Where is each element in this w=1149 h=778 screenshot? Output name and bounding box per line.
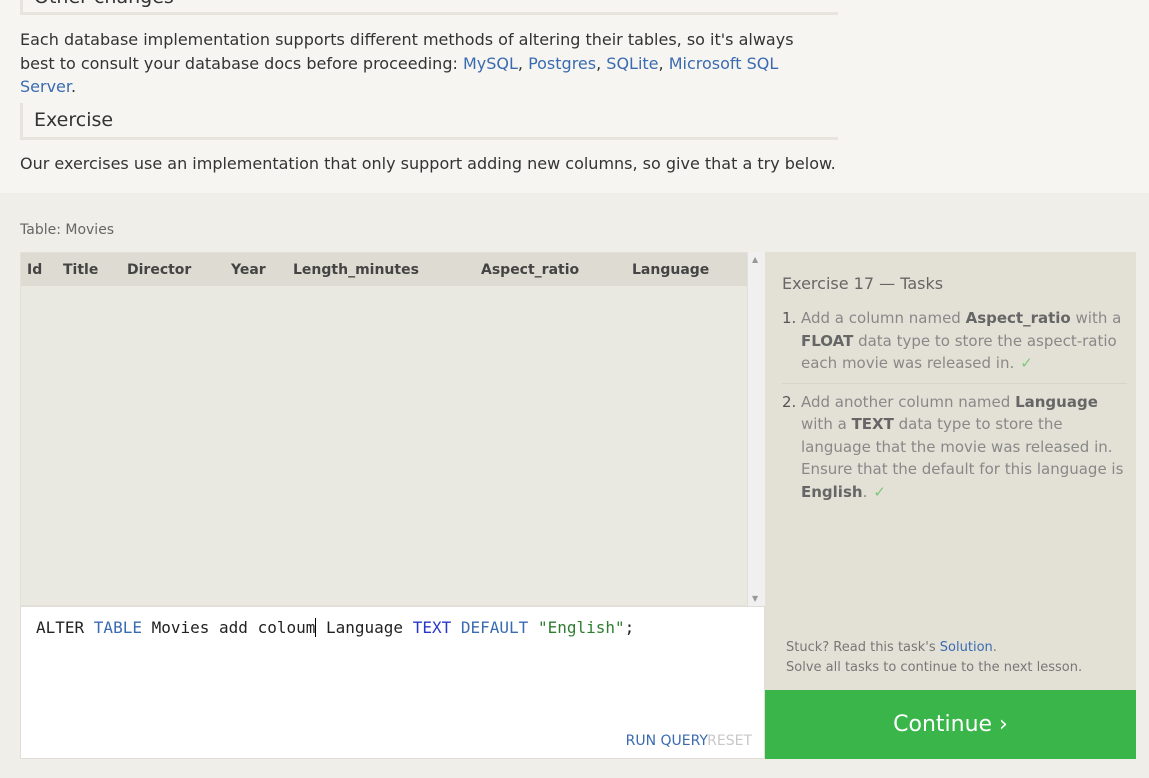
period: . bbox=[71, 77, 77, 96]
task-text: Add a column named bbox=[801, 309, 966, 327]
results-table: Id Title Director Year Length_minutes As… bbox=[20, 252, 748, 606]
code-keyword: TABLE bbox=[93, 618, 142, 637]
column-header-year: Year bbox=[231, 262, 266, 278]
code-token: Language bbox=[316, 618, 413, 637]
task-keyword: Language bbox=[1015, 392, 1098, 411]
task-item-1: 1. Add a column named Aspect_ratio with a… bbox=[782, 307, 1127, 384]
column-header-title: Title bbox=[63, 262, 99, 278]
code-string: "English" bbox=[537, 618, 625, 637]
lesson-paragraph-docs: Each database implementation supports di… bbox=[20, 28, 820, 99]
section-heading-other-changes: Other changes bbox=[20, 0, 838, 15]
link-sqlite[interactable]: SQLite bbox=[606, 54, 658, 73]
task-keyword: TEXT bbox=[851, 415, 894, 433]
stuck-period: . bbox=[992, 640, 997, 655]
column-header-length-minutes: Length_minutes bbox=[293, 262, 419, 278]
stuck-line: Stuck? Read this task's Solution. bbox=[786, 638, 1082, 658]
column-header-id: Id bbox=[27, 262, 43, 278]
code-token: Movies add coloum bbox=[141, 618, 316, 637]
task-item-2: 2. Add another column named Language with… bbox=[782, 391, 1127, 512]
reset-button[interactable]: RESET bbox=[707, 733, 752, 749]
task-keyword: FLOAT bbox=[801, 331, 854, 350]
link-mysql[interactable]: MySQL bbox=[463, 54, 518, 73]
separator: , bbox=[517, 53, 529, 73]
separator: , bbox=[658, 53, 669, 73]
column-header-language: Language bbox=[632, 262, 710, 278]
sql-editor[interactable]: ALTER TABLE Movies add coloum Language T… bbox=[20, 606, 765, 759]
code-keyword: DEFAULT bbox=[460, 618, 529, 637]
solve-all-note: Solve all tasks to continue to the next … bbox=[786, 660, 1083, 675]
task-number: 1. bbox=[782, 309, 797, 327]
table-scrollbar[interactable]: ▲ ▼ bbox=[748, 252, 765, 606]
task-text: with a bbox=[1070, 309, 1122, 327]
section-heading-exercise: Exercise bbox=[20, 103, 838, 140]
task-number: 2. bbox=[782, 392, 797, 411]
sql-code[interactable]: ALTER TABLE Movies add coloum Language T… bbox=[36, 618, 634, 637]
stuck-text: Stuck? Read this task's bbox=[786, 640, 940, 655]
scroll-down-arrow-icon[interactable]: ▼ bbox=[752, 594, 758, 603]
stuck-help: Stuck? Read this task's Solution. Solve … bbox=[786, 638, 1082, 678]
task-list: 1. Add a column named Aspect_ratio with a… bbox=[782, 307, 1127, 518]
solution-link[interactable]: Solution bbox=[940, 640, 993, 655]
table-label: Table: Movies bbox=[20, 222, 115, 238]
tasks-panel: Exercise 17 — Tasks 1. Add a column named… bbox=[765, 252, 1136, 690]
table-header-row: Id Title Director Year Length_minutes As… bbox=[21, 253, 747, 286]
lesson-content: Other changes Each database implementati… bbox=[0, 0, 1149, 193]
check-icon: ✓ bbox=[1020, 354, 1033, 372]
task-text: Add another column named bbox=[801, 392, 1016, 411]
link-postgres[interactable]: Postgres bbox=[528, 54, 596, 73]
tasks-title: Exercise 17 — Tasks bbox=[782, 274, 944, 293]
code-token: ALTER bbox=[36, 618, 94, 637]
run-query-button[interactable]: RUN QUERY bbox=[626, 733, 708, 749]
exercise-area: Table: Movies Id Title Director Year Len… bbox=[0, 193, 1149, 778]
check-icon: ✓ bbox=[873, 482, 886, 501]
continue-button[interactable]: Continue › bbox=[765, 690, 1136, 759]
task-text: with a bbox=[801, 415, 852, 433]
exercise-paragraph: Our exercises use an implementation that… bbox=[20, 154, 836, 173]
code-type: TEXT bbox=[412, 618, 452, 637]
scroll-up-arrow-icon[interactable]: ▲ bbox=[752, 255, 758, 264]
code-token: ; bbox=[624, 618, 635, 637]
task-keyword: Aspect_ratio bbox=[965, 309, 1071, 327]
task-text: . bbox=[862, 482, 868, 501]
task-keyword: English bbox=[801, 482, 863, 501]
column-header-director: Director bbox=[127, 262, 192, 278]
column-header-aspect-ratio: Aspect_ratio bbox=[481, 262, 580, 278]
separator: , bbox=[596, 53, 607, 73]
